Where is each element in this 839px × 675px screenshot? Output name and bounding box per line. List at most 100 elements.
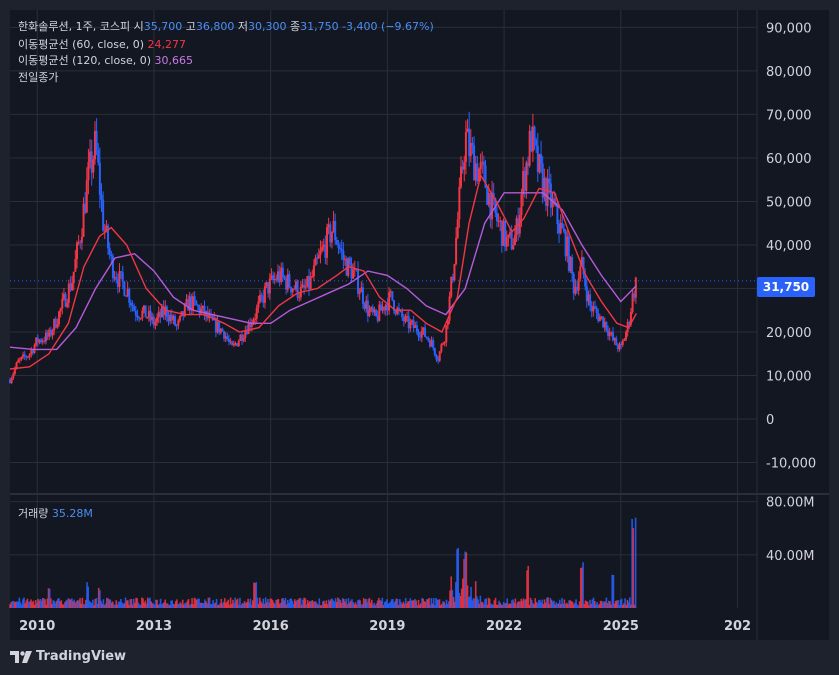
candle-body bbox=[66, 303, 69, 307]
candle-body bbox=[12, 373, 15, 379]
candle-body bbox=[455, 237, 458, 265]
candle-body bbox=[134, 311, 137, 316]
candle-body bbox=[335, 240, 338, 245]
candle-body bbox=[123, 281, 126, 296]
candle-body bbox=[175, 325, 178, 327]
candle-body bbox=[115, 277, 118, 280]
candle-body bbox=[352, 269, 355, 279]
candle-body bbox=[453, 264, 456, 281]
candle-body bbox=[154, 321, 157, 326]
candle-body bbox=[128, 288, 131, 303]
high-value: 36,800 bbox=[195, 20, 235, 33]
candle-body bbox=[513, 235, 516, 246]
close-value: 31,750 bbox=[300, 20, 339, 33]
candle-body bbox=[129, 302, 132, 306]
volume-bar bbox=[634, 517, 637, 608]
brand-label: TradingView bbox=[36, 649, 127, 664]
candle-body bbox=[97, 149, 100, 163]
ma120-label: 이동평균선 (120, close, 0) bbox=[18, 54, 151, 67]
candle-body bbox=[26, 356, 29, 358]
candle-body bbox=[317, 255, 320, 259]
volume-bar bbox=[632, 528, 635, 608]
candle-body bbox=[479, 162, 482, 169]
candle-body bbox=[95, 130, 98, 150]
price-tick-label: 60,000 bbox=[766, 152, 812, 167]
price-tick-label: 80,000 bbox=[766, 65, 812, 80]
candle-body bbox=[456, 219, 459, 238]
close-label: 종 bbox=[289, 20, 301, 33]
prev-close-legend[interactable]: 전일종가 bbox=[18, 70, 58, 85]
time-tick-label: 2016 bbox=[253, 619, 289, 634]
tradingview-brand[interactable]: TradingView bbox=[10, 649, 126, 664]
volume-legend[interactable]: 거래량 35.28M bbox=[18, 505, 93, 521]
candle-body bbox=[98, 162, 101, 195]
candle-body bbox=[571, 257, 574, 274]
volume-value: 35.28M bbox=[51, 507, 93, 520]
candle-body bbox=[391, 291, 394, 301]
time-tick-label: 202 bbox=[724, 619, 751, 634]
candle-body bbox=[361, 287, 364, 304]
candle-body bbox=[178, 315, 181, 321]
candle-body bbox=[507, 234, 510, 238]
candle-body bbox=[520, 194, 523, 216]
candle-body bbox=[174, 316, 177, 326]
candle-body bbox=[17, 360, 20, 363]
volume-bar bbox=[582, 562, 584, 608]
price-tick-label: 0 bbox=[766, 413, 774, 428]
candle-body bbox=[464, 132, 467, 162]
candle-body bbox=[375, 309, 378, 316]
price-tick-label: 90,000 bbox=[766, 21, 812, 36]
candle-body bbox=[625, 331, 628, 340]
candle-body bbox=[312, 265, 315, 277]
candle-body bbox=[309, 276, 312, 289]
candle-body bbox=[100, 194, 103, 200]
open-value: 35,700 bbox=[143, 20, 183, 33]
candle-body bbox=[118, 271, 121, 287]
price-tick-label: 10,000 bbox=[766, 370, 812, 385]
candle-body bbox=[512, 245, 515, 250]
candle-body bbox=[51, 330, 54, 336]
candle-body bbox=[605, 321, 608, 331]
candle-body bbox=[433, 348, 436, 356]
volume-tick-label: 40.00M bbox=[766, 549, 814, 564]
candle-body bbox=[598, 316, 601, 322]
candle-body bbox=[102, 199, 105, 231]
ma120-legend[interactable]: 이동평균선 (120, close, 0) 30,665 bbox=[18, 53, 193, 68]
candle-body bbox=[131, 305, 134, 307]
candle-body bbox=[505, 237, 508, 247]
candle-body bbox=[139, 318, 142, 320]
candle-body bbox=[75, 242, 78, 259]
candle-body bbox=[442, 343, 445, 345]
volume-bar bbox=[612, 575, 615, 608]
candle-body bbox=[435, 355, 438, 360]
candle-body bbox=[18, 359, 21, 361]
candle-body bbox=[417, 331, 420, 337]
candle-body bbox=[257, 301, 260, 308]
low-label: 저 bbox=[237, 20, 248, 33]
candle-body bbox=[255, 307, 258, 319]
candle-body bbox=[425, 336, 428, 338]
candle-body bbox=[260, 294, 263, 296]
candle-body bbox=[471, 142, 474, 146]
candle-body bbox=[28, 354, 31, 357]
price-tick-label: 50,000 bbox=[766, 195, 812, 210]
candle-body bbox=[540, 154, 543, 164]
time-tick-label: 2019 bbox=[369, 619, 405, 634]
time-tick-label: 2010 bbox=[19, 619, 55, 634]
candle-body bbox=[146, 317, 149, 319]
volume-tick-label: 80.00M bbox=[766, 496, 814, 511]
candle-body bbox=[314, 257, 317, 266]
candle-body bbox=[525, 162, 528, 191]
candle-body bbox=[548, 178, 551, 184]
candle-body bbox=[339, 247, 342, 249]
chart-svg[interactable]: 90,00080,00070,00060,00050,00040,00030,0… bbox=[0, 0, 839, 675]
candle-body bbox=[92, 159, 95, 173]
candle-body bbox=[579, 266, 582, 279]
candle-body bbox=[438, 351, 441, 361]
candle-body bbox=[562, 228, 565, 232]
ma60-legend[interactable]: 이동평균선 (60, close, 0) 24,277 bbox=[18, 37, 186, 52]
candle-body bbox=[58, 311, 61, 325]
candle-body bbox=[263, 286, 266, 303]
last-price-badge: 31,750 bbox=[757, 277, 815, 297]
candle-body bbox=[342, 250, 345, 260]
